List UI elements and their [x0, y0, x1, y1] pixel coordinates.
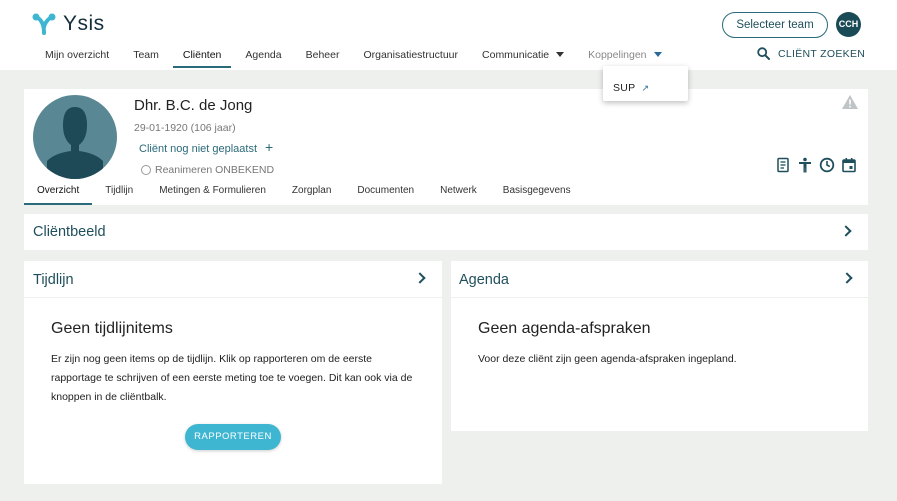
nav-label: Organisatiestructuur [363, 49, 459, 61]
client-search-button[interactable]: CLIËNT ZOEKEN [757, 47, 865, 60]
nav-label: Agenda [245, 49, 282, 61]
client-placement-link[interactable]: Cliënt nog niet geplaatst + [139, 139, 273, 155]
nav-item-mijn-overzicht[interactable]: Mijn overzicht [33, 46, 121, 68]
nav-label: Mijn overzicht [45, 49, 110, 61]
person-silhouette-icon [47, 107, 103, 179]
accessibility-icon[interactable] [797, 157, 813, 173]
subtab-documenten[interactable]: Documenten [344, 185, 427, 205]
top-header: Ysis Mijn overzicht Team Cliënten Agenda… [0, 0, 897, 70]
nav-label: Team [133, 49, 159, 61]
nav-item-clienten[interactable]: Cliënten [171, 46, 234, 68]
user-avatar[interactable]: CCH [836, 12, 861, 37]
nav-item-team[interactable]: Team [121, 46, 171, 68]
subtab-basisgegevens[interactable]: Basisgegevens [490, 185, 584, 205]
client-bar: Dhr. B.C. de Jong 29-01-1920 (106 jaar) … [24, 89, 868, 205]
nav-item-koppelingen[interactable]: Koppelingen [576, 46, 673, 68]
tijdlijn-body: Geen tijdlijnitems Er zijn nog geen item… [24, 298, 442, 484]
client-name: Dhr. B.C. de Jong [134, 97, 253, 114]
subtab-metingen-formulieren[interactable]: Metingen & Formulieren [146, 185, 279, 205]
logo[interactable]: Ysis [32, 12, 105, 36]
nav-item-agenda[interactable]: Agenda [233, 46, 293, 68]
agenda-empty-text: Voor deze cliënt zijn geen agenda-afspra… [478, 353, 737, 365]
subtab-overzicht[interactable]: Overzicht [24, 185, 93, 205]
subtab-netwerk[interactable]: Netwerk [427, 185, 490, 205]
agenda-header[interactable]: Agenda [451, 261, 868, 297]
reanimate-label: Reanimeren ONBEKEND [155, 164, 275, 176]
nav-item-communicatie[interactable]: Communicatie [470, 46, 576, 68]
nav-label: Communicatie [482, 49, 550, 61]
client-action-icons [775, 157, 857, 173]
tijdlijn-empty-text: Er zijn nog geen items op de tijdlijn. K… [51, 353, 413, 403]
tijdlijn-empty-title: Geen tijdlijnitems [51, 320, 173, 337]
ysis-logo-icon [32, 13, 56, 35]
report-icon[interactable] [775, 157, 791, 173]
chevron-right-icon [840, 225, 852, 237]
client-search-label: CLIËNT ZOEKEN [778, 47, 866, 60]
koppelingen-dropdown: SUP ↗ [603, 66, 688, 101]
client-photo [33, 95, 117, 179]
dropdown-item-sup[interactable]: SUP ↗ [613, 82, 649, 94]
placement-label: Cliënt nog niet geplaatst [139, 143, 258, 155]
subtab-tijdlijn[interactable]: Tijdlijn [92, 185, 146, 205]
caret-down-icon [556, 52, 565, 57]
chevron-right-icon [841, 272, 853, 284]
clientbeeld-title: Cliëntbeeld [33, 224, 106, 240]
search-icon [757, 47, 770, 60]
reanimate-status: Reanimeren ONBEKEND [141, 164, 274, 176]
tijdlijn-title: Tijdlijn [33, 272, 74, 288]
clientbeeld-header[interactable]: Cliëntbeeld [24, 214, 868, 250]
rapporteren-button[interactable]: RAPPORTEREN [185, 424, 281, 450]
calendar-icon[interactable] [841, 157, 857, 173]
agenda-title: Agenda [459, 272, 509, 288]
nav-item-organisatiestructuur[interactable]: Organisatiestructuur [351, 46, 470, 68]
nav-label: Koppelingen [588, 49, 647, 61]
warning-icon[interactable] [842, 95, 858, 114]
chevron-right-icon [414, 272, 426, 284]
plus-icon: + [265, 139, 274, 155]
subtab-zorgplan[interactable]: Zorgplan [279, 185, 344, 205]
select-team-button[interactable]: Selecteer team [722, 12, 828, 38]
logo-text: Ysis [63, 12, 105, 35]
caret-down-icon [653, 52, 662, 57]
status-circle-icon [141, 165, 151, 175]
main-nav: Mijn overzicht Team Cliënten Agenda Behe… [33, 46, 674, 68]
external-link-icon: ↗ [641, 83, 650, 93]
nav-item-beheer[interactable]: Beheer [294, 46, 352, 68]
clock-icon[interactable] [819, 157, 835, 173]
nav-label: Beheer [305, 49, 340, 61]
client-dob: 29-01-1920 (106 jaar) [134, 122, 236, 134]
dropdown-item-label: SUP [613, 82, 636, 94]
nav-label: Cliënten [182, 49, 222, 61]
tijdlijn-header[interactable]: Tijdlijn [24, 261, 442, 297]
client-subtabs: Overzicht Tijdlijn Metingen & Formuliere… [24, 185, 584, 205]
agenda-empty-title: Geen agenda-afspraken [478, 320, 651, 337]
agenda-body: Geen agenda-afspraken Voor deze cliënt z… [451, 298, 868, 431]
